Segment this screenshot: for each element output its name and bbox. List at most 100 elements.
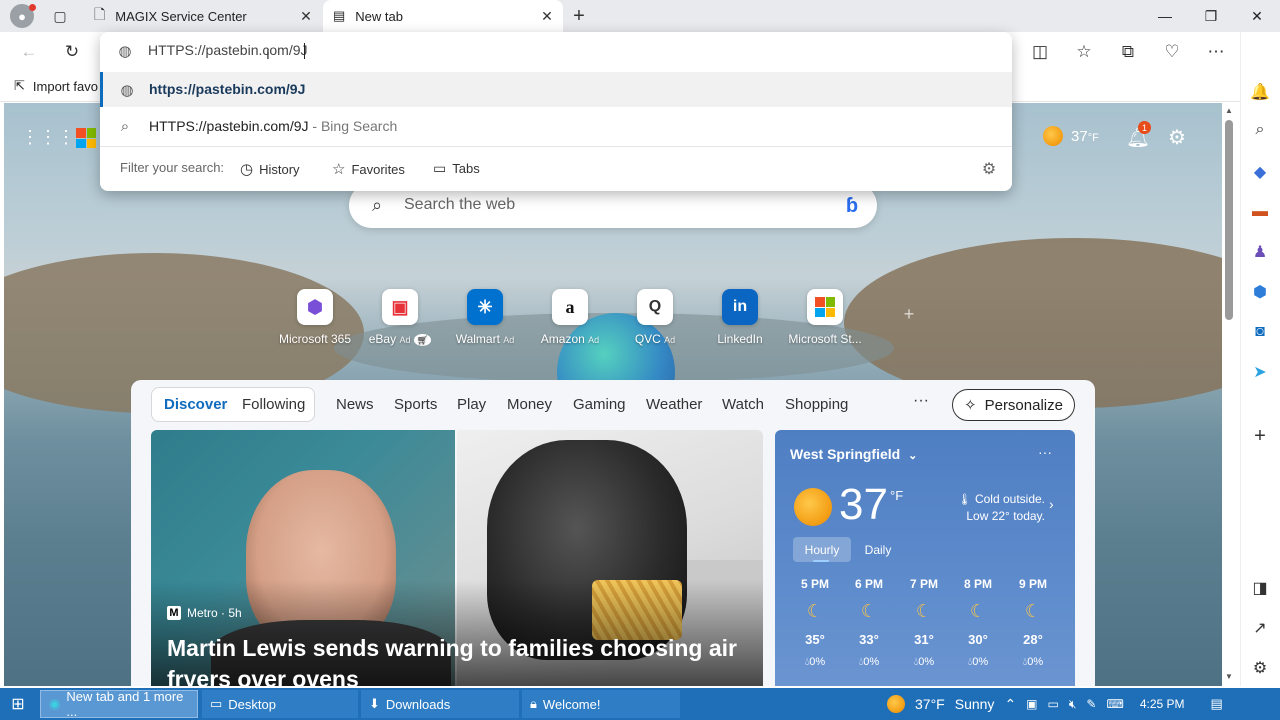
network-icon[interactable]: ▭ bbox=[1048, 697, 1059, 711]
close-window-button[interactable]: ✕ bbox=[1234, 0, 1280, 32]
hourly-indicator bbox=[813, 560, 829, 562]
moon-icon: ☾ bbox=[860, 601, 878, 621]
tab-gaming[interactable]: Gaming bbox=[573, 396, 626, 413]
download-icon: ⬇ bbox=[369, 696, 380, 711]
pen-icon[interactable]: ✎ bbox=[1086, 697, 1096, 711]
microsoft365-icon[interactable]: ⬢ bbox=[1246, 278, 1274, 306]
weather-more-icon[interactable]: ··· bbox=[1038, 444, 1052, 460]
search-input[interactable]: Search the web bbox=[404, 196, 515, 214]
scroll-down-icon[interactable]: ▼ bbox=[1222, 670, 1236, 682]
sidebar-settings-icon[interactable]: ⚙ bbox=[1246, 654, 1274, 682]
outlook-icon[interactable]: ◙ bbox=[1246, 318, 1274, 346]
filter-history[interactable]: ◷ History bbox=[240, 160, 300, 178]
tab-magix-service-center[interactable]: 🗋 MAGIX Service Center ✕ bbox=[84, 0, 322, 32]
article-card[interactable]: M Metro · 5h Martin Lewis sends warning … bbox=[151, 430, 763, 686]
weather-widget[interactable]: 37°F bbox=[1043, 126, 1099, 146]
tabs-icon: ▭ bbox=[433, 160, 447, 176]
tab-new-tab[interactable]: ▤ New tab ✕ bbox=[323, 0, 563, 32]
more-menu-icon[interactable]: ⋯ bbox=[1201, 37, 1231, 67]
tray-temp[interactable]: 37°F bbox=[915, 696, 945, 712]
walmart-icon: ✳ bbox=[467, 289, 503, 325]
tab-weather[interactable]: Weather bbox=[646, 396, 702, 413]
hide-sidebar-icon[interactable]: ◨ bbox=[1246, 574, 1274, 602]
chevron-up-icon[interactable]: ⌃ bbox=[1004, 696, 1016, 713]
personalize-button[interactable]: ✧ Personalize bbox=[952, 389, 1075, 421]
restore-button[interactable]: ❐ bbox=[1188, 0, 1234, 32]
taskbar-downloads[interactable]: ⬇ Downloads bbox=[361, 690, 519, 718]
chevron-right-icon[interactable]: › bbox=[1049, 496, 1054, 512]
taskbar-desktop[interactable]: ▭ Desktop bbox=[202, 690, 358, 718]
tools-icon[interactable]: ▬ bbox=[1246, 198, 1274, 226]
camera-icon[interactable]: ▣ bbox=[1026, 697, 1037, 711]
quick-link-microsoft-store[interactable]: Microsoft St... bbox=[780, 289, 870, 346]
volume-muted-icon[interactable]: 🔇︎ bbox=[1069, 697, 1077, 712]
address-bar-input[interactable]: HTTPS://pastebin.com/9J bbox=[148, 42, 308, 58]
import-favorites-button[interactable]: ⇱ Import favo bbox=[14, 78, 98, 94]
page-settings-icon[interactable]: ⚙ bbox=[1165, 125, 1189, 149]
scroll-up-icon[interactable]: ▲ bbox=[1222, 104, 1236, 116]
suggestion-search[interactable]: ⌕ HTTPS://pastebin.com/9J - Bing Search bbox=[100, 108, 1012, 143]
collections-icon[interactable]: ⧉ bbox=[1113, 37, 1143, 67]
more-tabs-icon[interactable]: ··· bbox=[913, 392, 929, 410]
tab-discover[interactable]: Discover bbox=[164, 396, 227, 413]
weather-location[interactable]: West Springfield ⌄ bbox=[790, 446, 917, 462]
quick-link-amazon[interactable]: a Amazon Ad bbox=[525, 289, 615, 346]
search-settings-icon[interactable]: ⚙ bbox=[979, 159, 999, 179]
tab-sports[interactable]: Sports bbox=[394, 396, 437, 413]
suggestion-url[interactable]: ◍ https://pastebin.com/9J bbox=[100, 72, 1012, 107]
split-screen-icon[interactable]: ◫ bbox=[1025, 37, 1055, 67]
browser-essentials-icon[interactable]: ♡ bbox=[1157, 37, 1187, 67]
filter-favorites[interactable]: ☆ Favorites bbox=[332, 160, 405, 178]
add-shortcut-button[interactable]: + bbox=[898, 303, 920, 325]
weather-caption: 🌡︎ Cold outside. Low 22° today. bbox=[957, 492, 1045, 523]
tray-weather[interactable]: Sunny bbox=[955, 696, 995, 712]
close-icon[interactable]: ✕ bbox=[539, 8, 555, 24]
star-icon: ☆ bbox=[332, 161, 346, 178]
quick-link-ebay[interactable]: ▣ eBay Ad 🛒︎ bbox=[355, 289, 445, 346]
tab-following[interactable]: Following bbox=[242, 396, 305, 413]
article-source-text: Metro · 5h bbox=[187, 606, 242, 620]
open-external-icon[interactable]: ↗ bbox=[1246, 614, 1274, 642]
filter-favorites-label: Favorites bbox=[351, 161, 405, 177]
add-sidebar-app-icon[interactable]: + bbox=[1246, 422, 1274, 450]
games-icon[interactable]: ♟ bbox=[1246, 238, 1274, 266]
close-icon[interactable]: ✕ bbox=[298, 8, 314, 24]
back-button[interactable]: ← bbox=[14, 37, 44, 67]
drop-icon[interactable]: ➤ bbox=[1246, 358, 1274, 386]
desktop-icon: ▭ bbox=[210, 696, 223, 711]
tab-shopping[interactable]: Shopping bbox=[785, 396, 848, 413]
tab-play[interactable]: Play bbox=[457, 396, 486, 413]
start-button[interactable]: ⊞ bbox=[6, 692, 30, 716]
keyboard-icon[interactable]: ⌨ bbox=[1106, 697, 1123, 711]
tab-hourly[interactable]: Hourly bbox=[793, 537, 851, 562]
add-favorite-icon[interactable]: ☆ bbox=[1069, 37, 1099, 67]
taskbar-welcome[interactable]: 🔒︎ Welcome! bbox=[522, 690, 680, 718]
tab-money[interactable]: Money bbox=[507, 396, 552, 413]
quick-link-linkedin[interactable]: in LinkedIn bbox=[695, 289, 785, 346]
article-title[interactable]: Martin Lewis sends warning to families c… bbox=[167, 633, 757, 686]
notification-bell-icon[interactable]: 🔔 bbox=[1246, 78, 1274, 106]
page-icon: 🗋 bbox=[94, 6, 106, 22]
clock[interactable]: 4:25 PM bbox=[1140, 697, 1185, 711]
notification-center-icon[interactable]: ▤ bbox=[1211, 696, 1223, 712]
tab-watch[interactable]: Watch bbox=[722, 396, 764, 413]
quick-link-label: Microsoft St... bbox=[788, 332, 862, 346]
tab-daily[interactable]: Daily bbox=[855, 537, 901, 562]
tab-news[interactable]: News bbox=[336, 396, 374, 413]
article-source: M Metro · 5h bbox=[167, 606, 242, 620]
scrollbar-thumb[interactable] bbox=[1225, 120, 1233, 320]
workspaces-icon[interactable]: ▢ bbox=[50, 6, 70, 26]
quick-link-walmart[interactable]: ✳ Walmart Ad bbox=[440, 289, 530, 346]
refresh-button[interactable]: ↻ bbox=[57, 37, 87, 67]
search-icon[interactable]: ⌕ bbox=[1246, 116, 1274, 144]
bing-chat-icon[interactable]: ɓ bbox=[836, 190, 868, 222]
app-launcher-icon[interactable]: ⋮⋮⋮ bbox=[21, 126, 75, 148]
weather-card[interactable]: West Springfield ⌄ ··· 37 °F 🌡︎ Cold out… bbox=[775, 430, 1075, 686]
filter-tabs[interactable]: ▭ Tabs bbox=[433, 160, 480, 177]
quick-link-microsoft365[interactable]: ⬢ Microsoft 365 bbox=[270, 289, 360, 346]
taskbar-edge[interactable]: ◉ New tab and 1 more ... bbox=[40, 689, 198, 719]
minimize-button[interactable]: — bbox=[1142, 0, 1188, 32]
shopping-tag-icon[interactable]: ◆ bbox=[1246, 158, 1274, 186]
new-tab-button[interactable]: + bbox=[567, 4, 591, 28]
quick-link-qvc[interactable]: Q QVC Ad bbox=[610, 289, 700, 346]
